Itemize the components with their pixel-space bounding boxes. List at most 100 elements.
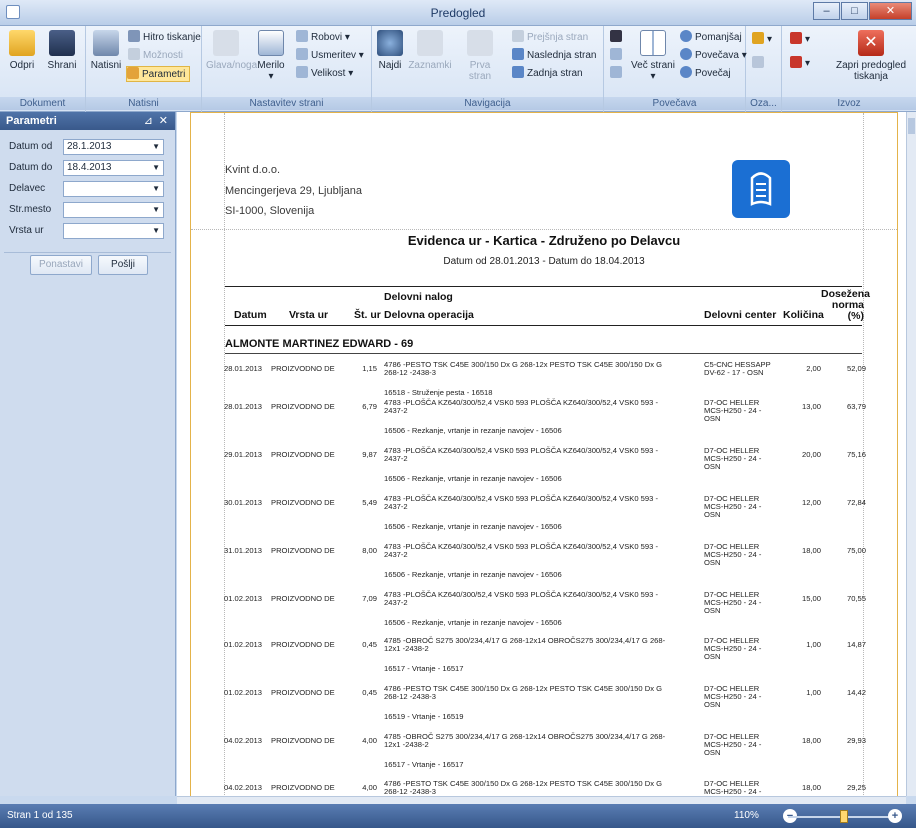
magnifier-tool[interactable] [610, 66, 625, 82]
vertical-scrollbar[interactable] [906, 112, 916, 796]
row-hours: 7,09 [362, 594, 377, 603]
row-center-3: OSN [704, 748, 721, 757]
report-title: Evidenca ur - Kartica - Združeno po Dela… [407, 233, 681, 248]
horizontal-scrollbar[interactable] [177, 796, 906, 804]
minimize-button[interactable]: – [813, 2, 840, 20]
scroll-thumb[interactable] [908, 118, 915, 134]
row-hours: 6,79 [362, 402, 377, 411]
orientation-button[interactable]: Usmeritev ▾ [296, 48, 364, 64]
row-norm: 29,93 [846, 736, 866, 745]
page-color-button[interactable]: ▾ [752, 32, 772, 48]
document-preview[interactable]: Kvint d.o.o. Mencingerjeva 29, Ljubljana… [177, 112, 906, 796]
row-hour-type: PROIZVODNO DE [271, 450, 335, 459]
row-center-3: OSN [704, 462, 721, 471]
email-export-button[interactable]: ▾ [790, 56, 810, 72]
worker-select[interactable]: ▼ [63, 181, 164, 197]
zoom-menu[interactable]: Povečava ▾ [680, 48, 747, 64]
row-order-2: 2437-2 [384, 598, 408, 607]
multiple-pages-button[interactable]: Več strani ▾ [630, 30, 676, 82]
row-center-3: OSN [704, 510, 721, 519]
row-quantity: 15,00 [801, 594, 821, 603]
reset-button[interactable]: Ponastavi [30, 255, 92, 275]
param-label: Datum od [9, 141, 53, 152]
close-button[interactable]: ✕ [869, 2, 912, 20]
paint-bucket-icon [752, 32, 764, 44]
size-button[interactable]: Velikost ▾ [296, 66, 353, 82]
row-date: 29.01.2013 [224, 450, 263, 459]
row-order-2: 268-12 -2438-3 [384, 692, 436, 701]
send-button[interactable]: Pošlji [98, 255, 148, 275]
chevron-down-icon[interactable]: ▼ [152, 140, 160, 154]
row-order-2: 2437-2 [384, 502, 408, 511]
maximize-button[interactable]: □ [841, 2, 868, 20]
zoom-slider[interactable] [788, 816, 890, 818]
row-center-3: OSN [704, 414, 721, 423]
row-date: 04.02.2013 [224, 783, 263, 792]
zoom-slider-thumb[interactable] [840, 810, 848, 823]
group-povecava: Več strani ▾ Pomanjšaj Povečava ▾ Povečaj… [604, 26, 747, 112]
group-natisni: Natisni Hitro tiskanje Možnosti Parametr… [86, 26, 202, 112]
row-hours: 0,45 [362, 688, 377, 697]
company-address: Mencingerjeva 29, Ljubljana [225, 185, 362, 197]
margins-button[interactable]: Robovi ▾ [296, 30, 350, 46]
group-label-izvoz: Izvoz [782, 97, 916, 110]
row-norm: 14,87 [846, 640, 866, 649]
watermark-button[interactable] [752, 56, 767, 72]
param-label: Str.mesto [9, 204, 52, 215]
zoom-out-icon [680, 30, 692, 42]
title-bar: Predogled – □ ✕ [0, 0, 916, 26]
panel-divider [4, 252, 171, 253]
options-button[interactable]: Možnosti [128, 48, 183, 64]
first-page-button[interactable]: Prva stran [458, 30, 502, 82]
chevron-down-icon[interactable]: ▼ [152, 182, 160, 196]
bookmarks-button[interactable]: Zaznamki [408, 30, 452, 71]
row-order-2: 12x1 -2438-2 [384, 740, 429, 749]
pin-icon[interactable]: ⊿ [144, 112, 153, 130]
row-norm: 75,16 [846, 450, 866, 459]
row-norm: 63,79 [846, 402, 866, 411]
chevron-down-icon[interactable]: ▼ [152, 224, 160, 238]
row-center-2: DV-62 - 17 - OSN [704, 368, 764, 377]
pointer-tool[interactable] [610, 30, 625, 46]
options-icon [128, 48, 140, 60]
row-quantity: 2,00 [806, 364, 821, 373]
previous-page-button[interactable]: Prejšnja stran [512, 30, 588, 46]
group-ozadje: ▾ Oza... [746, 26, 782, 112]
last-page-button[interactable]: Zadnja stran [512, 66, 583, 82]
open-button[interactable]: Odpri [6, 30, 38, 71]
paper-size-icon [296, 66, 308, 78]
multiple-pages-icon [640, 30, 666, 56]
zoom-in-button[interactable]: Povečaj [680, 66, 731, 82]
table-row: 04.02.2013 PROIZVODNO DE 4,00 4786 -PESTO T… [191, 777, 899, 796]
row-date: 01.02.2013 [224, 640, 263, 649]
chevron-down-icon[interactable]: ▼ [152, 161, 160, 175]
zoom-in-icon[interactable]: + [888, 809, 902, 823]
save-button[interactable]: Shrani [44, 30, 80, 71]
date-from-field[interactable]: 28.1.2013 ▼ [63, 139, 164, 155]
row-order-2: 12x1 -2438-2 [384, 644, 429, 653]
export-button[interactable]: ▾ [790, 32, 810, 48]
cost-center-select[interactable]: ▼ [63, 202, 164, 218]
header-footer-button[interactable]: Glava/noga [206, 30, 257, 71]
print-button[interactable]: Natisni [90, 30, 122, 71]
group-label-dokument: Dokument [0, 97, 85, 110]
next-page-button[interactable]: Naslednja stran [512, 48, 596, 64]
last-page-icon [512, 66, 524, 78]
parameters-button[interactable]: Parametri [126, 66, 191, 82]
group-nastavitev: Glava/noga Merilo ▾ Robovi ▾ Usmeritev ▾ … [202, 26, 372, 112]
row-quantity: 18,00 [801, 546, 821, 555]
report-page: Kvint d.o.o. Mencingerjeva 29, Ljubljana… [190, 112, 898, 796]
hour-type-select[interactable]: ▼ [63, 223, 164, 239]
date-to-field[interactable]: 18.4.2013 ▼ [63, 160, 164, 176]
chevron-down-icon[interactable]: ▼ [152, 203, 160, 217]
close-preview-button[interactable]: ✕ Zapri predogled tiskanja [830, 30, 912, 82]
header-top-rule [225, 286, 862, 287]
bookmarks-icon [417, 30, 443, 56]
zoom-out-button[interactable]: Pomanjšaj [680, 30, 742, 46]
close-panel-icon[interactable]: ✕ [159, 112, 168, 130]
scale-button[interactable]: Merilo ▾ [254, 30, 288, 82]
quick-print-button[interactable]: Hitro tiskanje [128, 30, 201, 46]
row-center-3: OSN [704, 652, 721, 661]
hand-tool[interactable] [610, 48, 625, 64]
find-button[interactable]: Najdi [376, 30, 404, 71]
